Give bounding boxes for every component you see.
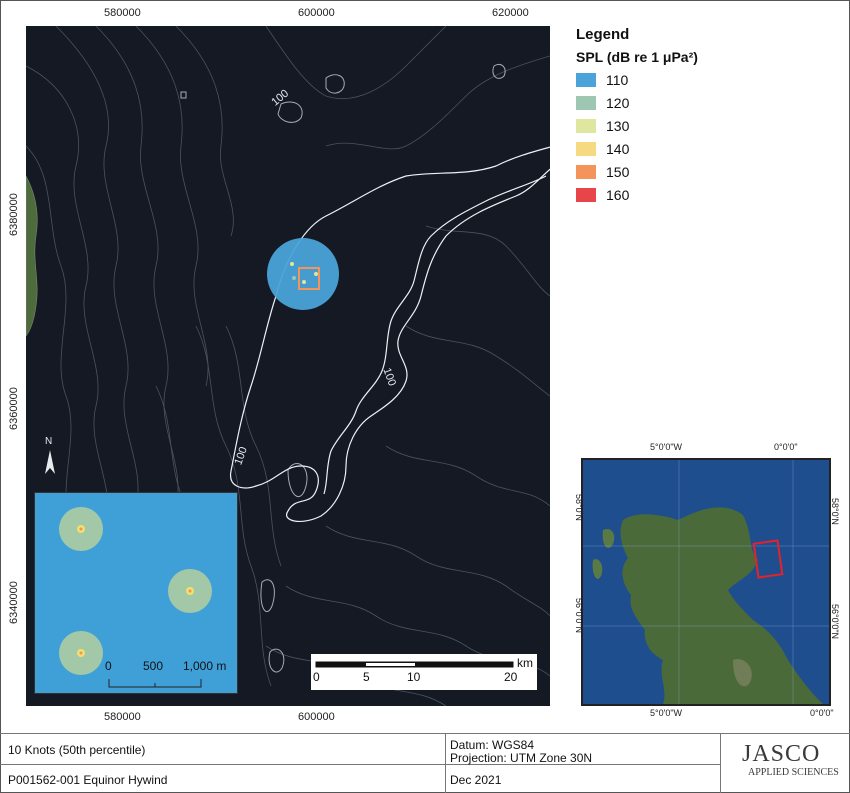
detail-inset: 0 500 1,000 m <box>34 492 238 694</box>
x-tick-label: 620000 <box>492 7 529 19</box>
legend-item: 130 <box>576 118 698 134</box>
footer-top-divider <box>0 733 850 734</box>
scale-label: 0 <box>313 670 320 684</box>
overview-satellite <box>581 458 831 706</box>
legend-item-label: 140 <box>606 141 630 157</box>
legend-item: 120 <box>576 95 698 111</box>
legend-item-label: 120 <box>606 95 630 111</box>
x-tick-label: 600000 <box>298 7 335 19</box>
overview-lon-label: 5°0'0"W <box>650 708 683 718</box>
footer-mid-divider <box>0 764 720 765</box>
y-tick-label: 6380000 <box>8 193 20 236</box>
jasco-logo: JASCO APPLIED SCIENCES <box>722 737 840 789</box>
footer-scenario: 10 Knots (50th percentile) <box>8 743 146 757</box>
legend-subtitle: SPL (dB re 1 μPa²) <box>576 49 698 65</box>
legend-swatch <box>576 188 596 202</box>
x-tick-label: 600000 <box>298 711 335 723</box>
legend-swatch <box>576 165 596 179</box>
legend-title: Legend <box>576 26 630 43</box>
footer-datum: Datum: WGS84 <box>450 738 535 752</box>
legend-item: 160 <box>576 187 698 203</box>
legend-item-label: 160 <box>606 187 630 203</box>
inset-scale-label: 500 <box>143 659 164 673</box>
legend-item: 110 <box>576 72 698 88</box>
north-label: N <box>45 436 53 447</box>
inset-scale-label: 0 <box>105 659 112 673</box>
legend-item-label: 110 <box>606 72 629 88</box>
overview-lon-label: 5°0'0"W <box>650 442 683 452</box>
overview-graphic <box>583 460 829 704</box>
logo-main: JASCO <box>742 741 821 767</box>
legend-item-label: 130 <box>606 118 630 134</box>
scale-bar: km 0 5 10 20 <box>311 654 537 690</box>
overview-map: 5°0'0"W 0°0'0" 58°0'N 56°0'0"N 58°0'N 56… <box>574 436 840 722</box>
footer-col-divider <box>720 733 721 793</box>
overview-lat-label: 58°0'N <box>574 494 584 521</box>
logo-sub: APPLIED SCIENCES <box>748 767 839 778</box>
legend-swatch <box>576 142 596 156</box>
footer-project: P001562-001 Equinor Hywind <box>8 773 168 787</box>
legend-item: 140 <box>576 141 698 157</box>
overview-lat-label: 56°0'0"N <box>830 604 840 640</box>
overview-lon-label: 0°0'0" <box>774 442 798 452</box>
legend: Legend SPL (dB re 1 μPa²) 110 120 130 14… <box>576 26 698 203</box>
overview-lat-label: 56°0'0"N <box>574 598 584 634</box>
scale-unit: km <box>517 656 533 670</box>
north-arrow: N <box>42 436 58 478</box>
footer-projection: Projection: UTM Zone 30N <box>450 751 593 765</box>
legend-swatch <box>576 119 596 133</box>
footer-date: Dec 2021 <box>450 773 502 787</box>
overview-lon-label: 0°0'0" <box>810 708 834 718</box>
scale-label: 20 <box>504 670 518 684</box>
inset-scale-label: 1,000 m <box>183 659 227 673</box>
scale-label: 5 <box>363 670 370 684</box>
overview-lat-label: 58°0'N <box>830 498 840 525</box>
scale-label: 10 <box>407 670 421 684</box>
footer-col-divider <box>445 733 446 793</box>
x-tick-label: 580000 <box>104 7 141 19</box>
legend-swatch <box>576 96 596 110</box>
x-tick-label: 580000 <box>104 711 141 723</box>
y-tick-label: 6360000 <box>8 387 20 430</box>
y-tick-label: 6340000 <box>8 581 20 624</box>
legend-item: 150 <box>576 164 698 180</box>
legend-swatch <box>576 73 596 87</box>
legend-item-label: 150 <box>606 164 630 180</box>
